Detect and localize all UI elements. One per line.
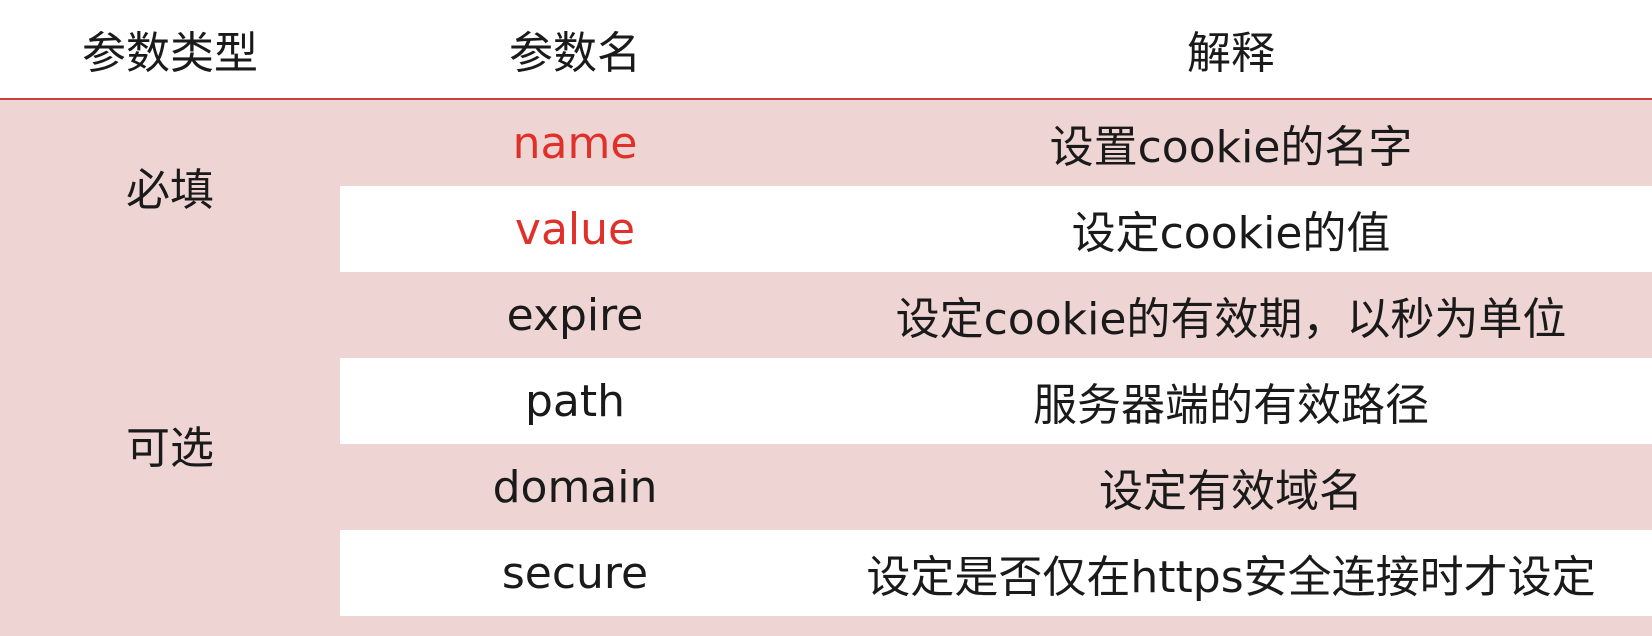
param-desc: 设定cookie的值 bbox=[1071, 208, 1391, 259]
param-name: secure bbox=[501, 547, 649, 599]
table-row: name 设置cookie的名字 bbox=[340, 100, 1652, 186]
param-desc: 设定是否仅在https安全连接时才设定 bbox=[866, 552, 1596, 603]
param-name: domain bbox=[492, 461, 658, 513]
param-name: path bbox=[524, 375, 626, 427]
param-desc: 服务器端的有效路径 bbox=[1033, 380, 1429, 431]
param-desc: 设定cookie的有效期，以秒为单位 bbox=[895, 294, 1567, 345]
param-name: expire bbox=[506, 289, 644, 341]
table-row: domain 设定有效域名 bbox=[340, 444, 1652, 530]
table-row: expire 设定cookie的有效期，以秒为单位 bbox=[340, 272, 1652, 358]
group-required: 必填 bbox=[126, 165, 214, 216]
cookie-params-table: 参数类型 参数名 解释 name 设置cookie的名字 value 设定coo… bbox=[0, 0, 1652, 636]
header-desc: 解释 bbox=[1187, 28, 1275, 79]
table-row: value 设定cookie的值 bbox=[340, 186, 1652, 272]
table-header: 参数类型 参数名 解释 bbox=[0, 0, 1652, 100]
param-desc: 设定有效域名 bbox=[1099, 466, 1363, 517]
param-name: name bbox=[512, 117, 638, 169]
param-desc: 设置cookie的名字 bbox=[1049, 122, 1413, 173]
table-row: path 服务器端的有效路径 bbox=[340, 358, 1652, 444]
header-type: 参数类型 bbox=[82, 28, 258, 79]
header-name: 参数名 bbox=[509, 28, 641, 79]
group-optional: 可选 bbox=[126, 423, 214, 474]
table-row: secure 设定是否仅在https安全连接时才设定 bbox=[340, 530, 1652, 616]
param-name: value bbox=[514, 203, 636, 255]
